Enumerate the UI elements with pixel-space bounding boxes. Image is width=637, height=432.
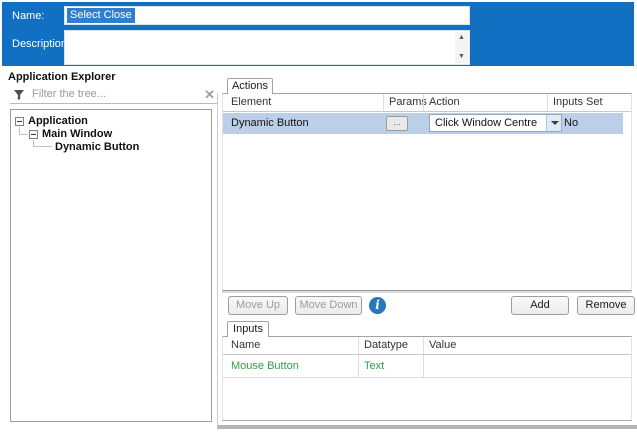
- column-header-action: Action: [429, 96, 460, 108]
- info-icon: i: [369, 297, 386, 314]
- remove-button[interactable]: Remove: [577, 296, 635, 315]
- combo-dropdown-icon[interactable]: [546, 115, 561, 131]
- action-dropdown-value: Click Window Centre: [435, 117, 537, 129]
- inputs-grid: Name Datatype Value Mouse Button Text: [222, 336, 632, 421]
- column-header-element: Element: [231, 96, 271, 108]
- column-divider: [423, 94, 424, 111]
- inputs-table-row[interactable]: Mouse Button Text: [223, 355, 631, 378]
- tree-node-dynamic-button[interactable]: Dynamic Button: [55, 141, 139, 153]
- filter-funnel-icon: [13, 89, 25, 104]
- column-header-name: Name: [231, 339, 260, 351]
- name-input-selected-text: Select Close: [67, 8, 135, 23]
- column-divider: [383, 94, 384, 111]
- application-explorer-title: Application Explorer: [8, 71, 116, 83]
- action-properties-window: Name: Select Close Description: ▲ ▼ Appl…: [0, 0, 637, 432]
- move-down-button[interactable]: Move Down: [295, 296, 362, 315]
- actions-table-row[interactable]: Dynamic Button ... Click Window Centre N…: [223, 113, 623, 134]
- column-header-params: Params: [389, 96, 427, 108]
- actions-grid: Element Params Action Inputs Set Dynamic…: [222, 93, 632, 291]
- input-row-name: Mouse Button: [231, 360, 299, 372]
- column-divider: [358, 337, 359, 354]
- column-header-value: Value: [429, 339, 456, 351]
- application-tree[interactable]: Application Main Window Dynamic Button: [10, 109, 212, 422]
- tree-connector-line: [20, 134, 28, 135]
- tab-inputs[interactable]: Inputs: [227, 321, 269, 337]
- column-divider: [547, 94, 548, 111]
- tab-actions[interactable]: Actions: [227, 78, 273, 94]
- filter-placeholder-text: Filter the tree...: [32, 88, 106, 100]
- description-scrollbar[interactable]: ▲ ▼: [455, 32, 468, 63]
- tree-connector-line: [34, 146, 52, 147]
- collapse-minus-icon[interactable]: [15, 117, 24, 126]
- inputs-grid-header: Name Datatype Value: [223, 337, 631, 355]
- tree-filter-input[interactable]: Filter the tree... ✕: [10, 86, 218, 104]
- tree-node-main-window[interactable]: Main Window: [42, 128, 112, 140]
- column-divider: [423, 355, 424, 378]
- actions-grid-header: Element Params Action Inputs Set: [223, 94, 631, 112]
- add-button[interactable]: Add: [511, 296, 569, 315]
- column-header-inputs-set: Inputs Set: [553, 96, 603, 108]
- description-textarea[interactable]: ▲ ▼: [64, 30, 470, 65]
- params-button[interactable]: ...: [386, 116, 408, 131]
- name-label: Name:: [12, 10, 44, 22]
- tree-node-application[interactable]: Application: [28, 115, 88, 127]
- column-divider: [358, 355, 359, 378]
- description-label: Description:: [12, 38, 70, 50]
- move-up-button[interactable]: Move Up: [228, 296, 288, 315]
- header-banner: Name: Select Close Description: ▲ ▼: [2, 2, 634, 66]
- name-input[interactable]: Select Close: [64, 6, 470, 25]
- action-row-element: Dynamic Button: [231, 117, 309, 129]
- scroll-down-icon[interactable]: ▼: [455, 52, 468, 62]
- scroll-up-icon[interactable]: ▲: [455, 33, 468, 43]
- collapse-minus-icon[interactable]: [29, 130, 38, 139]
- action-dropdown[interactable]: Click Window Centre: [429, 114, 562, 132]
- column-divider: [423, 337, 424, 354]
- input-row-datatype: Text: [364, 360, 384, 372]
- clear-x-icon[interactable]: ✕: [204, 87, 215, 103]
- action-row-inputs-set: No: [564, 117, 578, 129]
- column-header-datatype: Datatype: [364, 339, 408, 351]
